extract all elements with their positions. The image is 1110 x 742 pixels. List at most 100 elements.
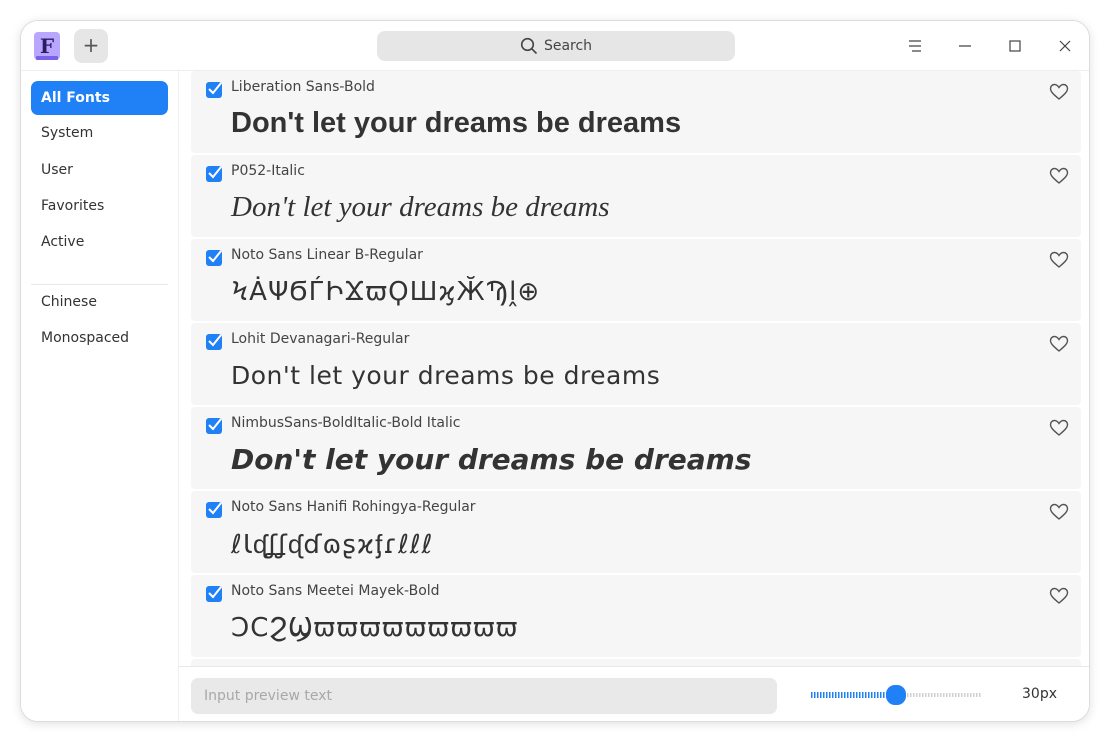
slider-tick [913, 693, 915, 697]
slider-tick [859, 692, 861, 698]
close-icon [1059, 40, 1071, 52]
maximize-icon [1009, 40, 1021, 52]
close-button[interactable] [1052, 33, 1078, 59]
enable-checkbox[interactable] [206, 502, 222, 518]
slider-tick [820, 692, 822, 698]
slider-tick [973, 693, 975, 697]
slider-tick [865, 692, 867, 698]
preview-text-input[interactable] [191, 678, 777, 714]
heart-icon[interactable] [1049, 251, 1069, 269]
slider-tick [931, 693, 933, 697]
slider-handle[interactable] [886, 685, 906, 705]
slider-tick [844, 692, 846, 698]
font-card[interactable]: Noto Sans Linear B-Regular ϞȦΨϬЃԻϪϖϘШϗӁϠ… [191, 239, 1081, 321]
menu-button[interactable] [902, 33, 928, 59]
font-preview-text: Don't let your dreams be dreams [231, 191, 610, 223]
checkbox-checked-icon [208, 418, 222, 431]
slider-tick [868, 692, 870, 698]
slider-tick [883, 692, 885, 698]
font-preview-text: ϽϹϨϢϖϖϖϖϖϖϖϖϖ [231, 613, 519, 643]
slider-tick [871, 692, 873, 698]
slider-tick [964, 693, 966, 697]
slider-tick [823, 692, 825, 698]
enable-checkbox[interactable] [206, 82, 222, 98]
add-font-button[interactable]: + [74, 29, 108, 63]
slider-tick [955, 693, 957, 697]
font-card[interactable] [191, 659, 1081, 666]
slider-tick [847, 692, 849, 698]
heart-icon[interactable] [1049, 503, 1069, 521]
bottom-bar: 30px [179, 666, 1089, 721]
font-card[interactable]: Noto Sans Hanifi Rohingya-Regular ℓƖᶑʆʆᶑ… [191, 491, 1081, 573]
sidebar-item-all-fonts[interactable]: All Fonts [31, 81, 168, 115]
font-name: Noto Sans Linear B-Regular [231, 247, 423, 263]
slider-tick [916, 693, 918, 697]
font-card[interactable]: Noto Sans Meetei Mayek-Bold ϽϹϨϢϖϖϖϖϖϖϖϖ… [191, 575, 1081, 657]
slider-tick [940, 693, 942, 697]
sidebar-item-chinese[interactable]: Chinese [31, 285, 168, 319]
slider-tick [853, 692, 855, 698]
font-name: Lohit Devanagari-Regular [231, 331, 410, 347]
svg-text:F: F [40, 34, 54, 58]
font-manager-logo-icon: F [33, 31, 61, 63]
heart-icon[interactable] [1049, 335, 1069, 353]
font-name: Liberation Sans-Bold [231, 79, 375, 95]
slider-tick [841, 692, 843, 698]
font-size-slider[interactable] [811, 685, 981, 705]
slider-tick [943, 693, 945, 697]
enable-checkbox[interactable] [206, 250, 222, 266]
checkbox-checked-icon [208, 82, 222, 95]
slider-tick [838, 692, 840, 698]
slider-tick [850, 692, 852, 698]
title-bar: F + Search [21, 21, 1089, 71]
font-preview-text: Don't let your dreams be dreams [231, 443, 752, 476]
slider-tick [946, 693, 948, 697]
slider-tick [832, 692, 834, 698]
slider-tick [934, 693, 936, 697]
font-manager-window: F + Search All Fonts System User Favorit… [20, 20, 1090, 722]
enable-checkbox[interactable] [206, 166, 222, 182]
menu-icon [909, 40, 921, 52]
sidebar-item-user[interactable]: User [31, 153, 168, 187]
slider-tick [811, 692, 813, 698]
slider-tick [925, 693, 927, 697]
sidebar-item-active[interactable]: Active [31, 225, 168, 259]
slider-tick [874, 692, 876, 698]
sidebar-item-favorites[interactable]: Favorites [31, 189, 168, 223]
sidebar-item-system[interactable]: System [31, 116, 168, 150]
search-label: Search [543, 38, 593, 54]
checkbox-checked-icon [208, 502, 222, 515]
checkbox-checked-icon [208, 166, 222, 179]
heart-icon[interactable] [1049, 587, 1069, 605]
slider-tick [817, 692, 819, 698]
slider-tick [910, 693, 912, 697]
slider-tick [958, 693, 960, 697]
heart-icon[interactable] [1049, 83, 1069, 101]
minimize-icon [959, 45, 971, 47]
heart-icon[interactable] [1049, 419, 1069, 437]
search-icon [520, 37, 538, 55]
font-card[interactable]: P052-Italic Don't let your dreams be dre… [191, 155, 1081, 237]
slider-tick [877, 692, 879, 698]
slider-tick [949, 693, 951, 697]
slider-tick [919, 693, 921, 697]
font-card[interactable]: Liberation Sans-Bold Don't let your drea… [191, 71, 1081, 153]
slider-tick [835, 692, 837, 698]
minimize-button[interactable] [952, 33, 978, 59]
enable-checkbox[interactable] [206, 334, 222, 350]
font-list[interactable]: Liberation Sans-Bold Don't let your drea… [191, 71, 1081, 666]
slider-tick [814, 692, 816, 698]
search-box[interactable]: Search [377, 31, 735, 61]
heart-icon[interactable] [1049, 167, 1069, 185]
font-card[interactable]: Lohit Devanagari-Regular Don't let your … [191, 323, 1081, 405]
font-preview-text: ℓƖᶑʆʆᶑɗɷʂϰᶂɾℓℓℓ [231, 530, 434, 560]
maximize-button[interactable] [1002, 33, 1028, 59]
enable-checkbox[interactable] [206, 586, 222, 602]
font-preview-text: ϞȦΨϬЃԻϪϖϘШϗӁϠḽ⊕ [231, 277, 541, 307]
enable-checkbox[interactable] [206, 418, 222, 434]
checkbox-checked-icon [208, 334, 222, 347]
font-name: P052-Italic [231, 163, 305, 179]
font-card[interactable]: NimbusSans-BoldItalic-Bold Italic Don't … [191, 407, 1081, 489]
sidebar-item-monospaced[interactable]: Monospaced [31, 321, 168, 355]
slider-tick [970, 693, 972, 697]
